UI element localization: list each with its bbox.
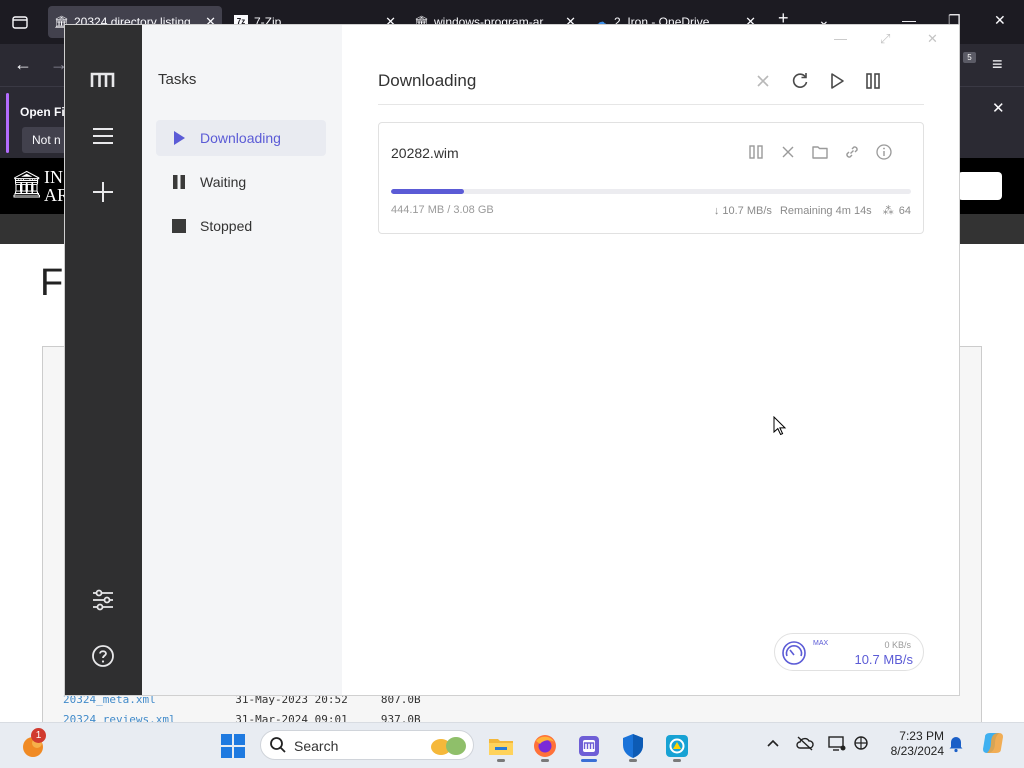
windows-security-icon[interactable]	[619, 732, 647, 760]
speed-mode: MAX	[813, 640, 829, 647]
page-title: Downloading	[378, 71, 477, 90]
maximize-icon[interactable]: ⤢	[880, 31, 896, 47]
notification-accent	[6, 93, 9, 153]
notification-badge: 1	[31, 728, 46, 743]
pause-all-icon[interactable]	[863, 71, 883, 91]
connections-icon: ⁂	[882, 205, 894, 217]
nav-item-label: Waiting	[200, 174, 247, 190]
speedometer[interactable]: MAX 0 KB/s 10.7 MB/s	[774, 633, 924, 671]
delete-icon[interactable]	[779, 143, 797, 161]
progress-bar	[391, 189, 911, 194]
clock-date: 8/23/2024	[890, 744, 944, 758]
taskbar-search[interactable]: Search	[260, 730, 474, 760]
pause-icon[interactable]	[747, 143, 765, 161]
motrix-window: Tasks Downloading Waiting Stopped — ⤢ ✕ …	[65, 25, 959, 695]
minimize-icon[interactable]: —	[834, 31, 850, 47]
info-icon[interactable]	[875, 143, 893, 161]
task-stats: ↓ 10.7 MB/s Remaining 4m 14s ⁂ 64	[709, 204, 911, 217]
subnav-title: Tasks	[158, 71, 197, 88]
download-speed-total: 10.7 MB/s	[854, 652, 913, 667]
menu-icon[interactable]	[90, 123, 116, 149]
tab-list-icon[interactable]	[10, 12, 30, 32]
task-subnav: Tasks Downloading Waiting Stopped	[142, 25, 342, 695]
site-search-input[interactable]	[958, 172, 1002, 200]
motrix-logo-icon[interactable]	[90, 67, 116, 93]
nav-item-downloading[interactable]: Downloading	[156, 120, 326, 156]
notification-bell-icon[interactable]	[946, 733, 966, 753]
progress-fill	[391, 189, 464, 194]
preferences-icon[interactable]	[90, 587, 116, 613]
search-placeholder: Search	[294, 738, 339, 754]
nav-item-label: Stopped	[200, 218, 253, 234]
nav-item-waiting[interactable]: Waiting	[156, 164, 326, 200]
firefox-icon[interactable]	[531, 732, 559, 760]
download-speed: ↓ 10.7 MB/s	[713, 205, 772, 217]
app-sidebar	[65, 25, 142, 695]
copilot-icon[interactable]	[981, 731, 1005, 755]
title-divider	[378, 104, 924, 105]
app-icon[interactable]	[663, 732, 691, 760]
pause-icon	[173, 175, 185, 189]
nav-item-label: Downloading	[200, 130, 281, 146]
back-icon[interactable]: ←	[14, 54, 32, 75]
add-task-icon[interactable]	[90, 179, 116, 205]
nav-item-stopped[interactable]: Stopped	[156, 208, 326, 244]
speedometer-icon	[782, 641, 806, 665]
folder-icon[interactable]	[811, 143, 829, 161]
main-panel: — ⤢ ✕ Downloading 20282.wim 444.17 MB / …	[342, 25, 959, 695]
archive-logo-icon[interactable]: 🏛	[10, 170, 43, 200]
upload-speed: 0 KB/s	[884, 640, 911, 650]
help-icon[interactable]	[90, 643, 116, 669]
mouse-cursor-icon	[773, 416, 787, 436]
close-window-icon[interactable]: ✕	[927, 31, 943, 47]
task-size: 444.17 MB / 3.08 GB	[391, 204, 494, 216]
taskbar-indicator	[541, 759, 549, 762]
connections-count: ⁂ 64	[882, 205, 911, 217]
task-item[interactable]: 20282.wim 444.17 MB / 3.08 GB ↓ 10.7 MB/…	[378, 122, 924, 234]
chevron-up-icon[interactable]	[763, 733, 783, 753]
taskbar-indicator	[581, 759, 597, 762]
file-explorer-icon[interactable]	[487, 732, 515, 760]
network-icon[interactable]	[851, 733, 871, 753]
taskbar-indicator	[673, 759, 681, 762]
clock-time: 7:23 PM	[899, 729, 944, 743]
start-icon[interactable]	[219, 732, 247, 760]
task-name: 20282.wim	[391, 145, 459, 161]
search-icon	[270, 737, 286, 753]
delete-all-icon[interactable]	[753, 71, 773, 91]
stop-icon	[172, 219, 186, 233]
display-icon[interactable]	[827, 733, 847, 753]
page-title: F	[40, 262, 64, 304]
file-link[interactable]: 20324_reviews.xml	[63, 713, 176, 722]
list-item: 20324_reviews.xml 31-Mar-2024 09:01 937.…	[63, 713, 421, 722]
remaining-time: Remaining 4m 14s	[779, 205, 872, 217]
taskbar-indicator	[497, 759, 505, 762]
play-icon	[174, 131, 185, 145]
link-icon[interactable]	[843, 143, 861, 161]
close-window-icon[interactable]: ✕	[994, 12, 1006, 29]
resume-all-icon[interactable]	[827, 71, 847, 91]
system-clock[interactable]: 7:23 PM 8/23/2024	[880, 729, 944, 759]
close-icon[interactable]: ✕	[992, 99, 1005, 117]
menu-icon[interactable]: ≡	[992, 54, 1003, 75]
onedrive-offline-icon[interactable]	[795, 733, 815, 753]
taskbar-indicator	[629, 759, 637, 762]
refresh-icon[interactable]	[790, 71, 810, 91]
search-highlight-icon	[431, 737, 466, 755]
extension-badge[interactable]: 5	[963, 52, 976, 63]
motrix-app-icon[interactable]	[575, 732, 603, 760]
